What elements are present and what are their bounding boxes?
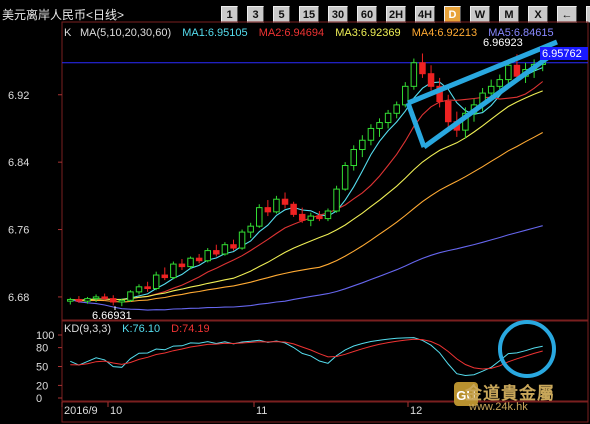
time-axis-label: 11 <box>256 405 267 417</box>
kd-legend: KD(9,3,3) K:76.10 D:74.19 <box>64 323 218 335</box>
candle-body <box>487 85 495 94</box>
candle-body <box>290 203 297 215</box>
candle-body <box>204 250 211 262</box>
candle-body <box>307 215 315 221</box>
candle-body <box>221 244 229 255</box>
candle-body <box>178 263 186 268</box>
candle-body <box>513 64 521 77</box>
candle-body <box>230 244 237 249</box>
kd-tick-label: 50 <box>36 362 48 374</box>
candle-body <box>496 79 504 87</box>
candle-body <box>238 231 246 249</box>
candle-body <box>419 62 426 75</box>
candle-body <box>84 298 91 302</box>
low-annotation: 6.66931 <box>92 310 132 322</box>
candle-body <box>367 127 375 141</box>
candle-body <box>135 286 143 293</box>
candle-body <box>281 198 289 205</box>
candle-body <box>195 257 203 262</box>
candle-body <box>161 274 169 279</box>
channel-left-line <box>405 102 427 148</box>
price-tick-label: 6.84 <box>8 157 29 169</box>
candle-body <box>393 104 400 114</box>
ma1-line <box>70 67 543 301</box>
candle-body <box>152 274 160 290</box>
candle-body <box>109 298 117 303</box>
kd-d-line <box>70 338 543 370</box>
candle-body <box>170 263 177 279</box>
price-chart[interactable]: 6.926.846.766.686.969236.669316.95762100… <box>0 0 590 424</box>
candle-body <box>324 210 332 220</box>
candle-body <box>376 122 383 129</box>
kd-tick-label: 100 <box>36 330 54 342</box>
candle-body <box>384 112 392 124</box>
chart-window: 美元离岸人民币<日线> 1351530602H4HDWMX←▾ K MA(5,1… <box>0 0 590 424</box>
candle-body <box>444 100 452 123</box>
candle-body <box>187 257 194 268</box>
high-annotation: 6.96923 <box>483 37 523 49</box>
kd-k-value: K:76.10 <box>122 323 161 335</box>
time-axis-label: 2016/9 <box>64 405 98 417</box>
kd-tick-label: 80 <box>36 343 48 355</box>
candle-body <box>75 298 83 302</box>
price-tick-label: 6.68 <box>8 292 29 304</box>
candle-body <box>256 207 263 227</box>
last-price-label: 6.95762 <box>542 48 582 60</box>
candle-body <box>333 188 340 212</box>
time-axis-label: 12 <box>410 405 422 417</box>
time-axis-label: 10 <box>110 405 122 417</box>
candle-body <box>118 299 126 303</box>
candle-body <box>316 215 323 220</box>
candle-body <box>402 85 409 106</box>
candle-body <box>101 296 108 300</box>
kd-highlight-circle <box>498 320 556 378</box>
candle-body <box>127 291 134 301</box>
candle-body <box>298 213 306 221</box>
kd-tick-label: 0 <box>36 393 42 405</box>
candle-body <box>410 62 418 87</box>
kd-k-line <box>70 337 543 377</box>
candle-body <box>264 207 272 213</box>
ma4-line <box>70 132 543 303</box>
price-tick-label: 6.92 <box>8 90 29 102</box>
kd-params: KD(9,3,3) <box>64 323 112 335</box>
candle-body <box>350 149 357 167</box>
candle-body <box>427 73 435 87</box>
candle-body <box>67 298 74 302</box>
candle-body <box>213 250 220 255</box>
watermark-url: www.24k.hk <box>469 401 528 413</box>
candle-body <box>92 296 100 300</box>
candle-body <box>247 225 254 233</box>
candle-body <box>273 198 280 213</box>
candle-body <box>341 165 349 190</box>
price-tick-label: 6.76 <box>8 225 29 237</box>
kd-d-value: D:74.19 <box>171 323 210 335</box>
candle-body <box>505 64 512 81</box>
candle-body <box>359 139 366 151</box>
kd-tick-label: 20 <box>36 380 48 392</box>
candle-body <box>144 286 151 290</box>
